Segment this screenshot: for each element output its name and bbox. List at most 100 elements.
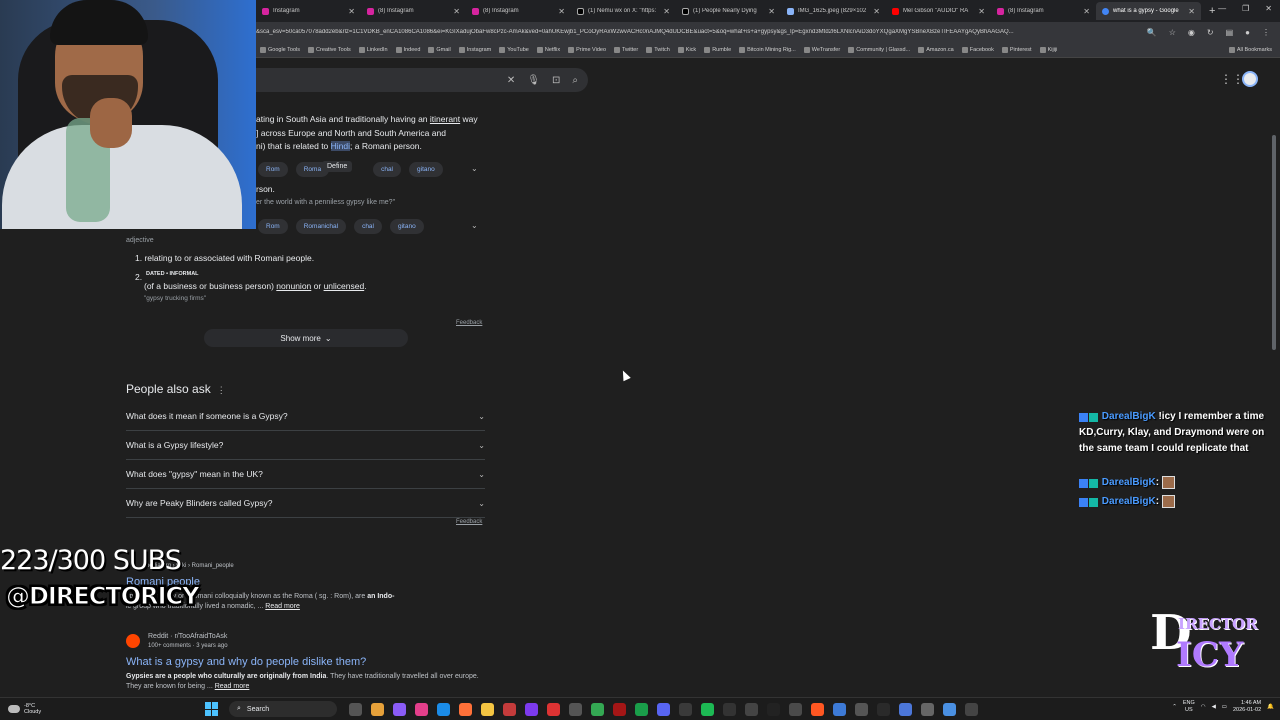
bookmark-item[interactable]: Rumble [704, 46, 731, 53]
synonym-chip[interactable]: Rom [258, 162, 288, 177]
paa-question[interactable]: Why are Peaky Blinders called Gypsy? ⌄ [126, 489, 485, 518]
bookmark-item[interactable]: YouTube [499, 46, 529, 53]
bookmark-item[interactable]: Indeed [395, 46, 420, 53]
more-options-icon[interactable]: ⋮ [217, 385, 226, 395]
app-icon[interactable] [393, 702, 406, 716]
wifi-icon[interactable]: ◠ [1201, 704, 1206, 710]
feedback-link[interactable]: Feedback [456, 320, 482, 326]
battery-icon[interactable]: ▭ [1222, 704, 1227, 710]
bookmark-item[interactable]: Kick [677, 46, 696, 53]
search-input[interactable]: ✕ 🎙 ⊡ ⌕ [256, 68, 588, 92]
hindi-link[interactable]: Hindi [330, 141, 351, 151]
close-icon[interactable]: ✕ [873, 7, 880, 16]
zoom-icon[interactable]: 🔍 [1147, 28, 1157, 37]
bookmark-item[interactable]: Twitter [614, 46, 638, 53]
close-icon[interactable]: ✕ [348, 7, 355, 16]
browser-tab[interactable]: (1) Nemu wx on X: "https: ✕ [571, 2, 676, 20]
close-window-icon[interactable]: ✕ [1265, 4, 1272, 13]
minimize-icon[interactable]: — [1218, 4, 1226, 13]
app-icon[interactable] [833, 702, 846, 716]
close-icon[interactable]: ✕ [558, 7, 565, 16]
itinerant-link[interactable]: itinerant [430, 114, 460, 124]
profile-icon[interactable]: ● [1245, 28, 1250, 37]
app-icon[interactable] [679, 702, 692, 716]
app-icon[interactable] [767, 702, 780, 716]
app-icon[interactable] [745, 702, 758, 716]
close-icon[interactable]: ✕ [663, 7, 670, 16]
synonym-chip[interactable]: Rom [258, 219, 288, 234]
bookmark-item[interactable]: Bitcoin Mining Rig... [739, 46, 796, 53]
bookmark-item[interactable]: Prime Video [568, 46, 606, 53]
browser-tab[interactable]: (8) Instagram ✕ [466, 2, 571, 20]
app-icon[interactable] [613, 702, 626, 716]
all-bookmarks[interactable]: All Bookmarks [1228, 46, 1280, 53]
refresh-icon[interactable]: ↻ [1207, 28, 1214, 37]
browser-tab[interactable]: (8) Instagram ✕ [991, 2, 1096, 20]
synonym-chip[interactable]: chal [373, 162, 402, 177]
bookmark-item[interactable]: Twitch [646, 46, 670, 53]
bookmark-item[interactable]: Creative Tools [308, 46, 351, 53]
chevron-down-icon[interactable]: ⌄ [471, 164, 478, 173]
chevron-down-icon[interactable]: ⌄ [471, 221, 478, 230]
app-icon[interactable] [899, 702, 912, 716]
sidepanel-icon[interactable]: ▤ [1226, 28, 1234, 37]
new-tab-button[interactable]: + [1209, 5, 1215, 17]
extension-icon[interactable]: ◉ [1188, 28, 1195, 37]
bookmark-item[interactable]: Kijiji [1039, 46, 1057, 53]
firefox-icon[interactable] [459, 702, 472, 716]
weather-widget[interactable]: -8°C Cloudy [0, 703, 205, 715]
close-icon[interactable]: ✕ [1188, 7, 1195, 16]
scrollbar[interactable] [1272, 135, 1276, 350]
synonym-chip[interactable]: chal [354, 219, 382, 234]
app-icon[interactable] [371, 702, 384, 716]
browser-tab[interactable]: IMG_1625.jpeg (829×102 ✕ [781, 2, 886, 20]
bookmark-item[interactable]: WeTransfer [803, 46, 840, 53]
task-view-icon[interactable] [349, 702, 362, 716]
nonunion-link[interactable]: nonunion [276, 281, 311, 291]
bookmark-item[interactable]: LinkedIn [358, 46, 388, 53]
result-title[interactable]: What is a gypsy and why do people dislik… [126, 656, 366, 668]
app-icon[interactable] [965, 702, 978, 716]
clear-icon[interactable]: ✕ [507, 75, 515, 86]
language-indicator[interactable]: ENG US [1183, 700, 1195, 714]
menu-icon[interactable]: ⋮ [1262, 28, 1270, 37]
app-icon[interactable] [943, 702, 956, 716]
close-icon[interactable]: ✕ [768, 7, 775, 16]
grammarly-icon[interactable] [635, 702, 648, 716]
file-explorer-icon[interactable] [481, 702, 494, 716]
app-icon[interactable] [547, 702, 560, 716]
windows-start-button[interactable] [205, 702, 219, 716]
synonym-chip[interactable]: gitano [390, 219, 424, 234]
synonym-chip[interactable]: gitano [409, 162, 443, 177]
show-more-button[interactable]: Show more ⌄ [204, 329, 408, 347]
close-icon[interactable]: ✕ [1083, 7, 1090, 16]
edge-icon[interactable] [437, 702, 450, 716]
notification-icon[interactable]: 🔔 [1267, 704, 1274, 710]
close-icon[interactable]: ✕ [453, 7, 460, 16]
clock[interactable]: 1:46 AM 2026-01-02 [1233, 700, 1261, 714]
browser-tab-active[interactable]: what is a gypsy - Google ✕ [1096, 2, 1201, 20]
app-icon[interactable] [811, 702, 824, 716]
unlicensed-link[interactable]: unlicensed [324, 281, 365, 291]
bookmark-item[interactable]: Google Tools [260, 46, 300, 53]
bookmark-item[interactable]: Pinterest [1001, 46, 1032, 53]
taskbar-search[interactable]: ⌕ Search [229, 701, 337, 717]
chrome-icon[interactable] [591, 702, 604, 716]
app-icon[interactable] [569, 702, 582, 716]
bookmark-item[interactable]: Netflix [536, 46, 560, 53]
microphone-icon[interactable]: 🎙 [527, 75, 540, 86]
browser-tab[interactable]: (1) People Nearly Dying ✕ [676, 2, 781, 20]
app-icon[interactable] [921, 702, 934, 716]
browser-tab[interactable]: Instagram ✕ [256, 2, 361, 20]
app-icon[interactable] [503, 702, 516, 716]
synonym-chip[interactable]: Romanichal [295, 219, 347, 234]
app-icon[interactable] [789, 702, 802, 716]
bookmark-item[interactable]: Community | Glassd... [848, 46, 910, 53]
paa-question[interactable]: What is a Gypsy lifestyle? ⌄ [126, 431, 485, 460]
paa-question[interactable]: What does it mean if someone is a Gypsy?… [126, 402, 485, 431]
url-field[interactable]: &sca_esv=50ca057078add2eb&rlz=1C1VDKB_en… [256, 29, 1137, 35]
bookmark-item[interactable]: Instagram [458, 46, 491, 53]
maximize-icon[interactable]: ❐ [1242, 4, 1249, 13]
steam-icon[interactable] [877, 702, 890, 716]
lens-icon[interactable]: ⊡ [552, 75, 560, 86]
